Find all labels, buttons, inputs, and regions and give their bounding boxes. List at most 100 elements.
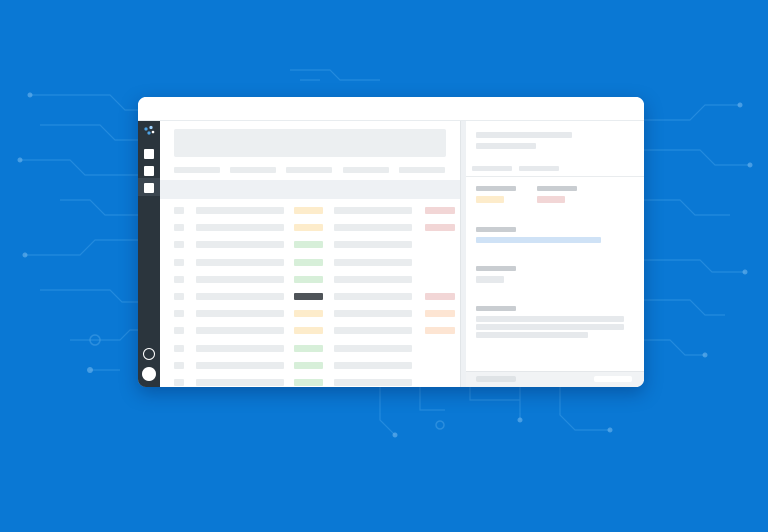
filter-chip[interactable]: [230, 167, 276, 173]
row-description-cell: [334, 327, 412, 335]
field-value-badge: [476, 196, 504, 203]
sidebar-item-1[interactable]: [144, 149, 154, 159]
status-badge: [294, 224, 323, 232]
table-row[interactable]: [160, 202, 460, 219]
row-name-cell: [196, 275, 284, 283]
status-badge: [294, 379, 323, 386]
description-line: [476, 332, 588, 338]
sidebar: [138, 121, 160, 387]
row-checkbox[interactable]: [174, 293, 184, 300]
row-description-cell: [334, 361, 412, 369]
main-list-view: [160, 121, 460, 387]
field-label: [476, 186, 516, 191]
window-title-bar: [138, 97, 644, 121]
table-row[interactable]: [160, 236, 460, 253]
row-name-cell: [196, 327, 284, 335]
status-badge: [294, 207, 323, 214]
field-link[interactable]: [476, 237, 601, 243]
row-checkbox[interactable]: [174, 344, 184, 352]
tag-badge: [425, 327, 455, 335]
square-icon: [144, 149, 145, 150]
row-checkbox[interactable]: [174, 207, 184, 214]
row-name-cell: [196, 293, 284, 300]
row-checkbox[interactable]: [174, 275, 184, 283]
row-checkbox[interactable]: [174, 241, 184, 249]
tab-underline: [466, 176, 644, 177]
tab-activity[interactable]: [519, 166, 559, 171]
status-badge: [294, 275, 323, 283]
row-description-cell: [334, 310, 412, 318]
dots-logo-icon[interactable]: [143, 125, 155, 137]
footer-button-secondary[interactable]: [476, 376, 516, 382]
row-checkbox[interactable]: [174, 327, 184, 335]
row-name-cell: [196, 258, 284, 266]
row-checkbox[interactable]: [174, 258, 184, 266]
row-description-cell: [334, 241, 412, 249]
table-row[interactable]: [160, 254, 460, 271]
row-checkbox[interactable]: [174, 361, 184, 369]
row-name-cell: [196, 310, 284, 318]
field-label: [476, 306, 516, 311]
field-label: [537, 186, 577, 191]
status-badge: [294, 327, 323, 335]
row-name-cell: [196, 207, 284, 214]
field-label: [476, 266, 516, 271]
table-row[interactable]: [160, 305, 460, 322]
field-label: [476, 227, 516, 232]
status-badge: [294, 258, 323, 266]
tag-badge: [425, 293, 455, 300]
detail-panel: [466, 121, 644, 387]
field-value: [476, 276, 504, 283]
tag-badge: [425, 207, 455, 214]
description-line: [476, 316, 624, 322]
filter-chip[interactable]: [343, 167, 389, 173]
sidebar-item-2[interactable]: [144, 166, 154, 176]
detail-title: [476, 132, 572, 138]
table-row[interactable]: [160, 322, 460, 339]
table-row[interactable]: [160, 374, 460, 387]
table-row[interactable]: [160, 271, 460, 288]
filter-chip[interactable]: [286, 167, 332, 173]
row-description-cell: [334, 379, 412, 386]
table-row[interactable]: [160, 219, 460, 236]
table-header: [160, 180, 460, 199]
avatar-circle-icon[interactable]: [142, 367, 156, 381]
circle-outline-icon[interactable]: [143, 348, 155, 360]
table-row[interactable]: [160, 288, 460, 305]
filter-chip[interactable]: [399, 167, 445, 173]
row-name-cell: [196, 361, 284, 369]
square-icon: [144, 183, 145, 184]
status-badge: [294, 241, 323, 249]
row-name-cell: [196, 379, 284, 386]
app-window: [138, 97, 644, 387]
status-badge: [294, 293, 323, 300]
tag-badge: [425, 224, 455, 232]
table-row[interactable]: [160, 340, 460, 357]
row-description-cell: [334, 207, 412, 214]
row-checkbox[interactable]: [174, 310, 184, 318]
description-line: [476, 324, 624, 330]
row-description-cell: [334, 275, 412, 283]
search-input[interactable]: [174, 129, 446, 157]
field-value-badge: [537, 196, 565, 203]
row-checkbox[interactable]: [174, 379, 184, 386]
row-name-cell: [196, 241, 284, 249]
row-description-cell: [334, 258, 412, 266]
status-badge: [294, 310, 323, 318]
row-description-cell: [334, 293, 412, 300]
row-name-cell: [196, 344, 284, 352]
detail-subtitle: [476, 143, 536, 149]
panel-footer: [466, 371, 644, 387]
footer-button-primary[interactable]: [594, 376, 632, 382]
sidebar-item-3[interactable]: [144, 183, 154, 193]
row-description-cell: [334, 344, 412, 352]
status-badge: [294, 361, 323, 369]
filter-chip[interactable]: [174, 167, 220, 173]
row-name-cell: [196, 224, 284, 232]
table-row[interactable]: [160, 357, 460, 374]
status-badge: [294, 344, 323, 352]
square-icon: [144, 166, 145, 167]
tag-badge: [425, 310, 455, 318]
row-checkbox[interactable]: [174, 224, 184, 232]
tab-details[interactable]: [472, 166, 512, 171]
